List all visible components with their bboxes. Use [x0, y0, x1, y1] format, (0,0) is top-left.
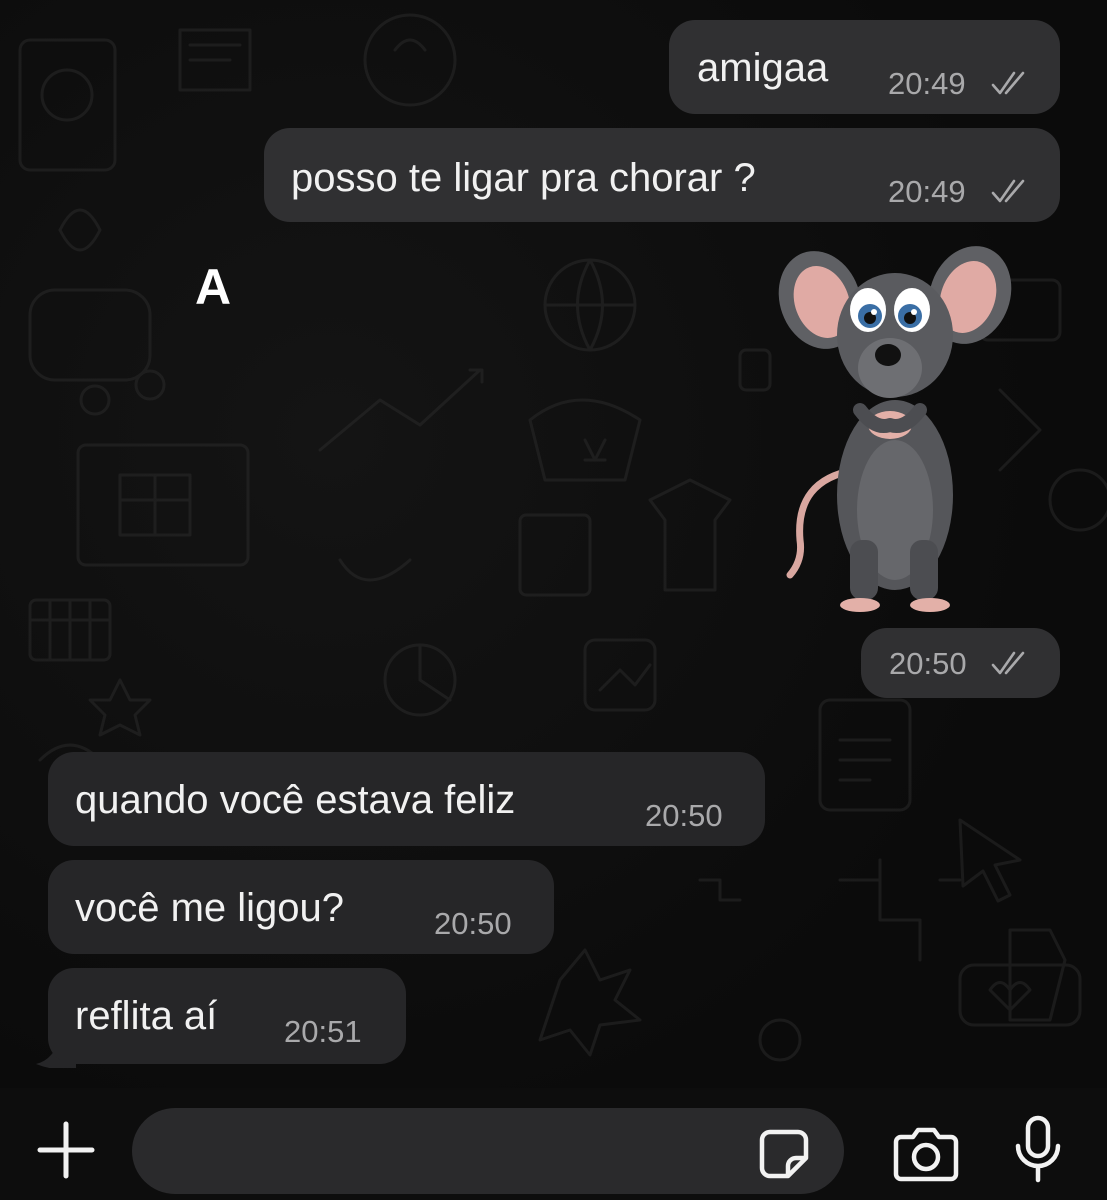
- message-bubble-outgoing[interactable]: amigaa 20:49: [669, 20, 1060, 114]
- sad-mouse-sticker[interactable]: [770, 240, 1020, 625]
- sender-initial-label: A: [195, 259, 232, 315]
- message-time: 20:50: [645, 798, 723, 833]
- message-text: você me ligou?: [75, 886, 345, 930]
- message-bubble-incoming[interactable]: reflita aí 20:51: [48, 968, 406, 1064]
- read-ticks-icon: [991, 71, 1025, 95]
- plus-icon[interactable]: [36, 1120, 96, 1180]
- message-text: amigaa: [697, 46, 829, 90]
- message-text: quando você estava feliz: [75, 778, 516, 822]
- message-text: posso te ligar pra chorar ?: [291, 156, 756, 200]
- message-time: 20:49: [888, 66, 966, 101]
- message-input[interactable]: [132, 1108, 844, 1194]
- message-time: 20:50: [889, 646, 967, 681]
- read-ticks-icon: [991, 651, 1025, 675]
- message-time: 20:49: [888, 174, 966, 209]
- message-time: 20:50: [434, 906, 512, 941]
- message-bubble-outgoing[interactable]: posso te ligar pra chorar ? 20:49: [264, 128, 1060, 222]
- sticker-timestamp: 20:50: [861, 628, 1060, 698]
- message-bubble-incoming[interactable]: quando você estava feliz 20:50: [48, 752, 765, 846]
- microphone-icon[interactable]: [1012, 1114, 1064, 1184]
- camera-icon[interactable]: [890, 1124, 962, 1184]
- message-bubble-incoming[interactable]: você me ligou? 20:50: [48, 860, 554, 954]
- message-time: 20:51: [284, 1014, 362, 1049]
- read-ticks-icon: [991, 179, 1025, 203]
- message-text: reflita aí: [75, 994, 218, 1038]
- sticker-icon[interactable]: [754, 1124, 814, 1184]
- chat-area[interactable]: amigaa 20:49 posso te ligar pra chorar ?…: [0, 0, 1107, 1088]
